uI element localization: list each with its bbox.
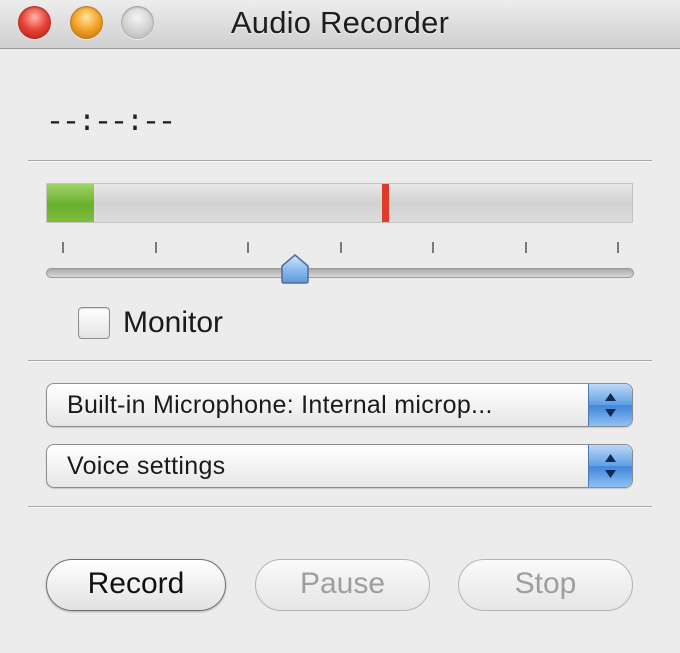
quality-settings-popup-arrows[interactable] — [588, 445, 632, 487]
stop-button[interactable]: Stop — [458, 559, 633, 611]
slider-tick — [247, 242, 249, 253]
audio-level-meter — [46, 183, 633, 223]
input-source-popup[interactable]: Built-in Microphone: Internal microp... — [46, 383, 633, 427]
record-button[interactable]: Record — [46, 559, 226, 611]
title-bar[interactable]: Audio Recorder — [0, 0, 680, 49]
slider-tick — [525, 242, 527, 253]
monitor-checkbox[interactable] — [78, 307, 110, 339]
up-down-arrows-icon — [605, 454, 616, 478]
separator-bottom — [28, 506, 652, 508]
level-meter-fill — [47, 184, 94, 222]
peak-level-marker — [382, 184, 389, 222]
input-source-selected: Built-in Microphone: Internal microp... — [67, 391, 493, 419]
separator-top — [28, 160, 652, 162]
slider-tick — [617, 242, 619, 253]
input-source-popup-arrows[interactable] — [588, 384, 632, 426]
quality-settings-popup[interactable]: Voice settings — [46, 444, 633, 488]
slider-tick — [340, 242, 342, 253]
window-title: Audio Recorder — [230, 5, 450, 40]
monitor-checkbox-label[interactable]: Monitor — [123, 306, 223, 340]
quality-settings-selected: Voice settings — [67, 452, 226, 480]
slider-tick — [432, 242, 434, 253]
volume-slider-thumb[interactable] — [280, 254, 310, 284]
separator-middle — [28, 360, 652, 362]
slider-tick — [62, 242, 64, 253]
slider-thumb-icon — [281, 254, 309, 284]
slider-tick — [155, 242, 157, 253]
up-down-arrows-icon — [605, 393, 616, 417]
volume-slider-track[interactable] — [46, 268, 634, 278]
pause-button[interactable]: Pause — [255, 559, 430, 611]
elapsed-time-display: --:--:-- — [46, 106, 176, 140]
